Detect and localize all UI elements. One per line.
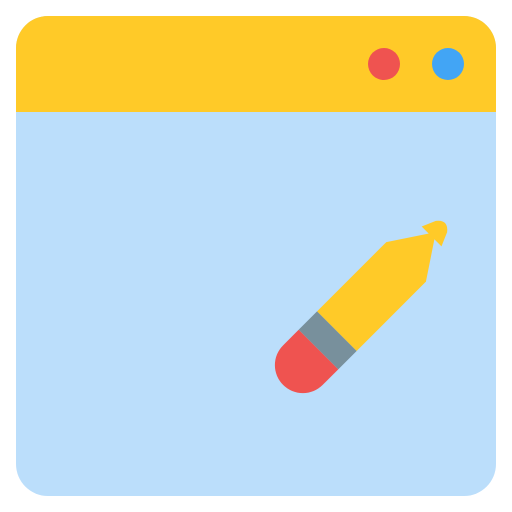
maximize-button[interactable] [432,48,464,80]
close-button[interactable] [368,48,400,80]
content-area[interactable] [16,112,496,496]
app-window [16,16,496,496]
title-bar [16,16,496,112]
